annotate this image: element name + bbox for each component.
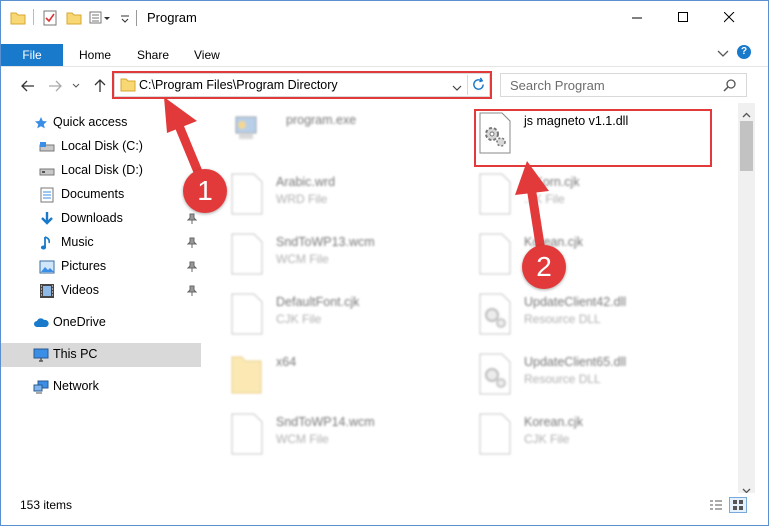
search-placeholder: Search Program: [510, 78, 605, 93]
search-input[interactable]: Search Program: [500, 73, 747, 97]
file-icon: [478, 233, 526, 281]
back-arrow-icon[interactable]: [18, 76, 38, 96]
nav-item-local-disk-c[interactable]: Local Disk (C:): [1, 135, 201, 159]
nav-item-downloads[interactable]: Downloads: [1, 207, 201, 231]
navigation-pane: Quick access Local Disk (C:) Local Disk …: [1, 103, 201, 493]
qa-separator: [33, 9, 34, 25]
nav-item-documents[interactable]: Documents: [1, 183, 201, 207]
file-icon: [230, 233, 278, 281]
details-view-icon[interactable]: [709, 499, 723, 514]
item-count: 153 items: [20, 498, 73, 512]
pictures-icon: [39, 259, 55, 275]
pin-icon[interactable]: [186, 237, 198, 252]
title-bar: Program: [1, 1, 768, 33]
videos-icon: [39, 283, 55, 299]
dll-gear-icon: [478, 353, 526, 401]
file-item[interactable]: UpdateClient65.dll Resource DLL: [478, 353, 718, 409]
tab-view[interactable]: View: [182, 44, 232, 66]
minimize-button[interactable]: [614, 1, 660, 33]
title-separator: [136, 10, 137, 26]
step-badge-1: 1: [183, 169, 227, 213]
nav-item-videos[interactable]: Videos: [1, 279, 201, 303]
tab-share[interactable]: Share: [125, 44, 181, 66]
file-item[interactable]: Korean.cjk CJK File: [478, 413, 718, 469]
new-folder-icon[interactable]: [65, 9, 83, 27]
file-item[interactable]: ...Korn.cjk ...K File: [478, 173, 718, 229]
file-icon: [230, 173, 278, 221]
nav-item-music[interactable]: Music: [1, 231, 201, 255]
pin-icon[interactable]: [186, 213, 198, 228]
nav-item-local-disk-d[interactable]: Local Disk (D:): [1, 159, 201, 183]
ribbon: File Home Share View ?: [1, 33, 768, 67]
close-button[interactable]: [706, 1, 752, 33]
tab-file[interactable]: File: [1, 44, 63, 66]
pin-icon[interactable]: [186, 261, 198, 276]
pin-icon[interactable]: [186, 285, 198, 300]
step-badge-2: 2: [522, 245, 566, 289]
file-icon: [478, 413, 526, 461]
scroll-up-icon[interactable]: [742, 107, 751, 121]
exe-icon: [230, 111, 278, 159]
window-title: Program: [147, 10, 197, 25]
documents-icon: [39, 187, 55, 203]
cloud-icon: [33, 315, 49, 331]
file-icon: [230, 293, 278, 341]
explorer-window: Program File Home Share View ? C:\Progra…: [0, 0, 769, 526]
nav-item-onedrive[interactable]: OneDrive: [1, 311, 201, 335]
nav-item-pictures[interactable]: Pictures: [1, 255, 201, 279]
file-item[interactable]: DefaultFont.cjk CJK File: [230, 293, 470, 349]
folder-icon: [230, 353, 278, 401]
network-icon: [33, 379, 49, 395]
file-item[interactable]: Korean.cjk: [478, 233, 718, 289]
maximize-button[interactable]: [660, 1, 706, 33]
help-icon[interactable]: ?: [737, 45, 751, 59]
scroll-thumb[interactable]: [740, 121, 753, 171]
dll-highlight-box: [474, 109, 712, 167]
properties-icon[interactable]: [41, 9, 59, 27]
drive-icon: [39, 139, 55, 155]
downloads-icon: [39, 211, 55, 227]
vertical-scrollbar[interactable]: [738, 103, 755, 494]
file-item[interactable]: program.exe: [230, 111, 470, 167]
folder-icon[interactable]: [9, 9, 27, 27]
drive-icon: [39, 163, 55, 179]
status-bar: 153 items: [1, 493, 768, 517]
large-icons-view-icon[interactable]: [729, 497, 747, 513]
file-item[interactable]: Arabic.wrd WRD File: [230, 173, 470, 229]
address-highlight-box: [112, 71, 492, 99]
dll-gear-icon: [478, 293, 526, 341]
dropdown-chevron-icon[interactable]: [119, 9, 131, 27]
file-item[interactable]: SndToWP13.wcm WCM File: [230, 233, 470, 289]
file-item[interactable]: UpdateClient42.dll Resource DLL: [478, 293, 718, 349]
search-icon[interactable]: [723, 78, 737, 95]
tab-home[interactable]: Home: [67, 44, 123, 66]
nav-item-this-pc[interactable]: This PC: [1, 343, 201, 367]
nav-item-network[interactable]: Network: [1, 375, 201, 399]
file-item[interactable]: SndToWP14.wcm WCM File: [230, 413, 470, 469]
file-item[interactable]: x64: [230, 353, 470, 409]
customize-qa-icon[interactable]: [89, 9, 111, 27]
forward-arrow-icon[interactable]: [45, 76, 65, 96]
nav-item-quick-access[interactable]: Quick access: [1, 111, 201, 135]
recent-locations-chevron-icon[interactable]: [70, 76, 82, 96]
file-icon: [478, 173, 526, 221]
file-icon: [230, 413, 278, 461]
expand-ribbon-icon[interactable]: [717, 47, 729, 61]
computer-icon: [33, 347, 49, 363]
star-icon: [33, 115, 49, 131]
music-icon: [39, 235, 55, 251]
up-arrow-icon[interactable]: [90, 76, 110, 96]
